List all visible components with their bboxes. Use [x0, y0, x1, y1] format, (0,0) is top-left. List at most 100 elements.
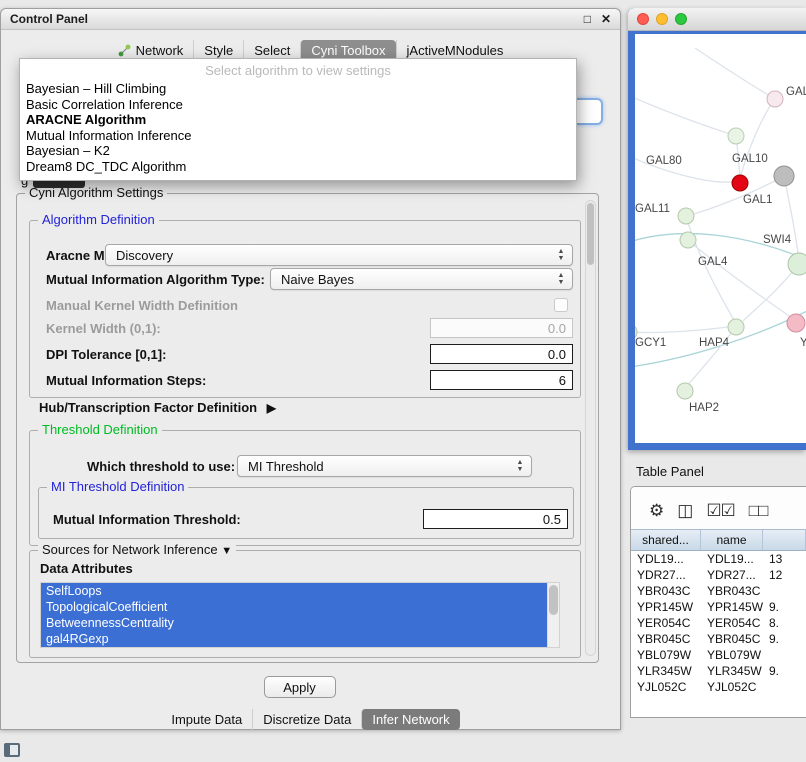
- table-cell: YDR27...: [701, 568, 763, 582]
- node-label: HAP4: [699, 337, 730, 349]
- tab-label: Discretize Data: [263, 712, 351, 727]
- scrollbar-thumb[interactable]: [587, 203, 594, 265]
- apply-button-label: Apply: [283, 680, 316, 695]
- network-canvas[interactable]: GALGAL80GAL10GAL11GAL1SWI4GAL4GCY1HAP4YH…: [635, 34, 806, 443]
- mi-steps-field[interactable]: 6: [430, 370, 573, 390]
- scrollbar-thumb[interactable]: [549, 585, 558, 615]
- network-node[interactable]: [677, 383, 693, 399]
- tab-impute-data[interactable]: Impute Data: [161, 709, 252, 730]
- float-window-icon[interactable]: □: [584, 12, 591, 26]
- algorithm-popup-list: Bayesian – Hill ClimbingBasic Correlatio…: [20, 81, 576, 175]
- tab-discretize-data[interactable]: Discretize Data: [252, 709, 361, 730]
- attribute-item[interactable]: TopologicalCoefficient: [41, 599, 548, 615]
- gear-icon[interactable]: ⚙: [649, 501, 663, 521]
- table-cell: YER054C: [631, 616, 701, 630]
- kernel-width-label: Kernel Width (0,1):: [46, 321, 161, 336]
- network-node[interactable]: [732, 175, 748, 191]
- network-node[interactable]: [774, 166, 794, 186]
- table-toolbar: ⚙ ◫ ☑☑ □□: [631, 487, 806, 529]
- kernel-width-field[interactable]: 0.0: [430, 318, 573, 338]
- table-row[interactable]: YPR145WYPR145W9.: [631, 599, 806, 615]
- close-traffic-light[interactable]: [637, 13, 649, 25]
- network-node[interactable]: [728, 128, 744, 144]
- column-header-name[interactable]: name: [701, 530, 763, 550]
- attribute-item[interactable]: BetweennessCentrality: [41, 615, 548, 631]
- mi-threshold-label: Mutual Information Threshold:: [53, 512, 241, 527]
- network-node[interactable]: [678, 208, 694, 224]
- node-label: GAL80: [646, 155, 682, 167]
- table-row[interactable]: YDL19...YDL19...13: [631, 551, 806, 567]
- combo-arrows-icon: ▲▼: [515, 459, 525, 473]
- algorithm-option[interactable]: ARACNE Algorithm: [20, 112, 576, 128]
- manual-kernel-width-checkbox[interactable]: [554, 298, 568, 312]
- table-row[interactable]: YBL079WYBL079W: [631, 647, 806, 663]
- popup-placeholder: Select algorithm to view settings: [20, 61, 576, 81]
- algorithm-combo-fragment[interactable]: [577, 98, 603, 125]
- network-graph[interactable]: GALGAL80GAL10GAL11GAL1SWI4GAL4GCY1HAP4YH…: [635, 34, 806, 443]
- algorithm-option[interactable]: Bayesian – K2: [20, 143, 576, 159]
- kernel-width-value: 0.0: [548, 321, 566, 336]
- column-header-shared[interactable]: shared...: [631, 530, 701, 550]
- network-node[interactable]: [788, 253, 806, 275]
- close-window-icon[interactable]: ✕: [601, 12, 611, 26]
- settings-scrollbar[interactable]: [585, 200, 596, 656]
- which-threshold-combobox[interactable]: MI Threshold ▲▼: [237, 455, 532, 477]
- unchecked-pair-icon[interactable]: □□: [749, 501, 768, 521]
- which-threshold-label: Which threshold to use:: [87, 459, 235, 474]
- mi-threshold-field[interactable]: 0.5: [423, 509, 568, 529]
- minimize-traffic-light[interactable]: [656, 13, 668, 25]
- network-node[interactable]: [728, 319, 744, 335]
- table-row[interactable]: YJL052CYJL052C: [631, 679, 806, 695]
- table-row[interactable]: YDR27...YDR27...12: [631, 567, 806, 583]
- threshold-definition-group: Threshold Definition Which threshold to …: [29, 430, 581, 546]
- algorithm-option[interactable]: Bayesian – Hill Climbing: [20, 81, 576, 97]
- table-cell: YPR145W: [701, 600, 763, 614]
- table-cell: YBR045C: [631, 632, 701, 646]
- tab-label: Cyni Toolbox: [311, 43, 385, 58]
- network-node[interactable]: [767, 91, 783, 107]
- algorithm-option[interactable]: Basic Correlation Inference: [20, 97, 576, 113]
- attribute-item[interactable]: SelfLoops: [41, 583, 548, 599]
- table-cell: 9.: [763, 664, 806, 678]
- aracne-mode-value: Discovery: [116, 248, 173, 263]
- attributes-scrollbar[interactable]: [547, 583, 559, 647]
- manual-kernel-width-label: Manual Kernel Width Definition: [46, 298, 238, 313]
- columns-icon[interactable]: ◫: [677, 501, 692, 521]
- tab-infer-network[interactable]: Infer Network: [361, 709, 459, 730]
- collapse-arrow-icon[interactable]: ▼: [221, 545, 232, 557]
- algorithm-option[interactable]: Dream8 DC_TDC Algorithm: [20, 159, 576, 175]
- mi-algorithm-type-combobox[interactable]: Naive Bayes ▲▼: [270, 268, 573, 290]
- table-cell: YBR043C: [631, 584, 701, 598]
- attribute-item[interactable]: gal4RGexp: [41, 631, 548, 647]
- data-attributes-label: Data Attributes: [40, 561, 133, 576]
- zoom-traffic-light[interactable]: [675, 13, 687, 25]
- expand-arrow-icon[interactable]: ▶: [267, 401, 276, 415]
- column-header-extra[interactable]: [763, 530, 806, 550]
- network-node[interactable]: [680, 232, 696, 248]
- threshold-definition-title: Threshold Definition: [38, 422, 162, 437]
- table-row[interactable]: YBR045CYBR045C9.: [631, 631, 806, 647]
- panel-dock-icon[interactable]: [4, 743, 20, 757]
- table-row[interactable]: YER054CYER054C8.: [631, 615, 806, 631]
- table-panel-window: ⚙ ◫ ☑☑ □□ shared... name YDL19...YDL19...13…: [630, 486, 806, 718]
- dpi-tolerance-field[interactable]: 0.0: [430, 344, 573, 364]
- table-row[interactable]: YBR043CYBR043C: [631, 583, 806, 599]
- tab-label: Infer Network: [372, 712, 449, 727]
- table-row[interactable]: YLR345WYLR345W9.: [631, 663, 806, 679]
- attributes-listbox[interactable]: SelfLoopsTopologicalCoefficientBetweenne…: [40, 582, 560, 648]
- table-cell: YPR145W: [631, 600, 701, 614]
- checked-pair-icon[interactable]: ☑☑: [706, 501, 734, 521]
- tab-label: Style: [204, 43, 233, 58]
- node-label: GAL: [786, 86, 806, 98]
- network-view-window: GALGAL80GAL10GAL11GAL1SWI4GAL4GCY1HAP4YH…: [628, 8, 806, 450]
- table-cell: YER054C: [701, 616, 763, 630]
- network-node[interactable]: [787, 314, 805, 332]
- mi-threshold-group: MI Threshold Definition Mutual Informati…: [38, 487, 574, 539]
- table-cell: YLR345W: [701, 664, 763, 678]
- aracne-mode-combobox[interactable]: Discovery ▲▼: [105, 244, 573, 266]
- table-header-row: shared... name: [631, 529, 806, 551]
- algorithm-option[interactable]: Mutual Information Inference: [20, 128, 576, 144]
- sources-group-title[interactable]: Sources for Network Inference ▼: [38, 542, 236, 557]
- hub-definition-toggle[interactable]: Hub/Transcription Factor Definition ▶: [39, 400, 276, 415]
- apply-button[interactable]: Apply: [264, 676, 336, 698]
